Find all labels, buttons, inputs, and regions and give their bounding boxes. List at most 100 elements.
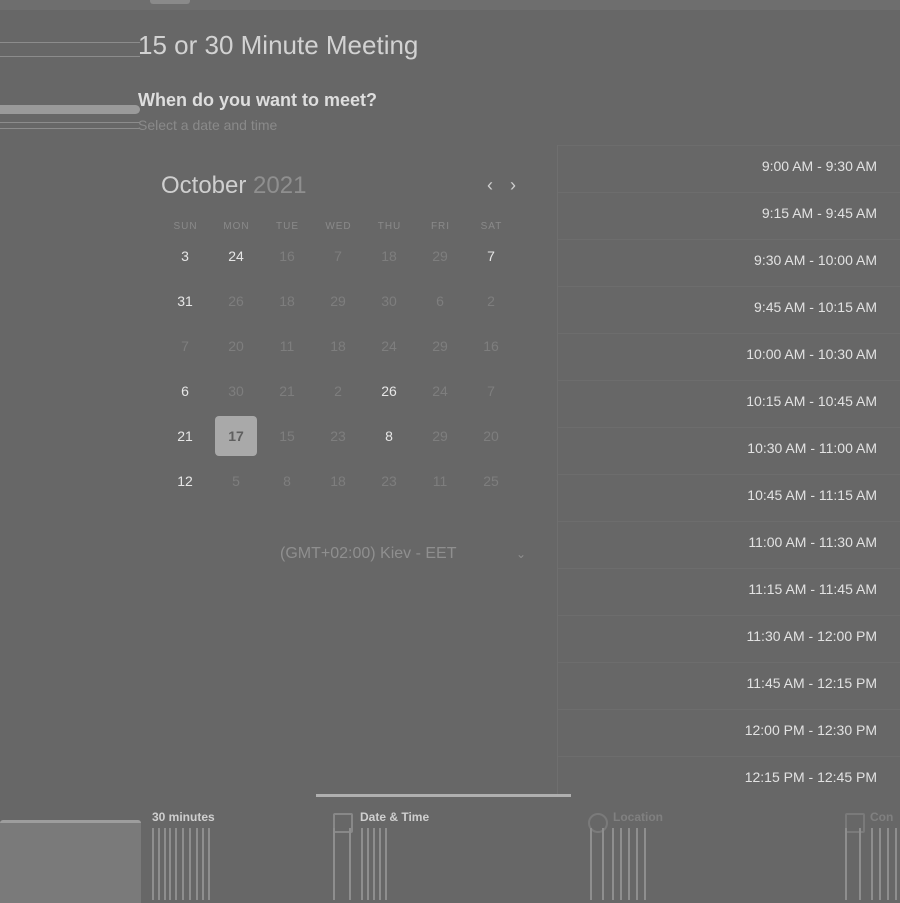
calendar-day: 24 — [432, 383, 448, 399]
time-slot[interactable]: 9:30 AM - 10:00 AM — [558, 239, 900, 286]
calendar-day: 29 — [432, 428, 448, 444]
calendar-day: 16 — [483, 338, 499, 354]
tab-date-time-placeholder — [333, 828, 393, 900]
tab-duration[interactable]: 30 minutes — [152, 808, 215, 826]
tab-confirm[interactable]: Con — [870, 808, 893, 826]
calendar-day: 18 — [381, 248, 397, 264]
time-slot-label: 12:15 PM - 12:45 PM — [744, 769, 877, 785]
time-slot[interactable]: 9:45 AM - 10:15 AM — [558, 286, 900, 333]
time-slot-label: 9:30 AM - 10:00 AM — [754, 252, 877, 268]
time-slot-label: 11:15 AM - 11:45 AM — [748, 581, 877, 597]
calendar-day[interactable]: 12 — [164, 461, 206, 501]
time-slot[interactable]: 12:00 PM - 12:30 PM — [558, 709, 900, 756]
time-slot[interactable]: 11:00 AM - 11:30 AM — [558, 521, 900, 568]
month-name: October — [161, 172, 247, 199]
section-hint: Select a date and time — [138, 117, 278, 133]
time-slot-label: 9:15 AM - 9:45 AM — [761, 205, 877, 221]
weekday-fri: FRI — [430, 221, 451, 232]
tab-duration-label: 30 minutes — [152, 810, 215, 824]
calendar-day: 7 — [487, 383, 495, 399]
calendar-day: 29 — [432, 338, 448, 354]
calendar-day[interactable]: 6 — [164, 371, 206, 411]
tab-location-label: Location — [613, 810, 663, 824]
calendar-day: 26 — [228, 293, 244, 309]
weekday-wed: WED — [325, 221, 352, 232]
time-slot-label: 9:00 AM - 9:30 AM — [761, 158, 877, 174]
calendar-day: 21 — [279, 383, 295, 399]
time-slot-label: 11:00 AM - 11:30 AM — [748, 534, 877, 550]
calendar-day: 16 — [279, 248, 295, 264]
time-slot[interactable]: 11:15 AM - 11:45 AM — [558, 568, 900, 615]
tab-confirm-placeholder — [845, 828, 900, 900]
calendar-day: 7 — [334, 248, 342, 264]
tab-location-placeholder — [590, 828, 650, 900]
time-slot[interactable]: 12:15 PM - 12:45 PM — [558, 756, 900, 803]
timezone-select[interactable]: (GMT+02:00) Kiev - EET ⌄ — [280, 545, 535, 565]
time-slot-label: 11:45 AM - 12:15 PM — [746, 675, 877, 691]
time-slot[interactable]: 10:30 AM - 11:00 AM — [558, 427, 900, 474]
calendar-day: 30 — [228, 383, 244, 399]
calendar-day: 29 — [432, 248, 448, 264]
calendar-day: 6 — [436, 293, 444, 309]
calendar-day[interactable]: 8 — [368, 416, 410, 456]
time-slot-label: 10:30 AM - 11:00 AM — [747, 440, 877, 456]
time-slot-label: 9:45 AM - 10:15 AM — [754, 299, 877, 315]
sidebar-divider — [0, 42, 140, 43]
calendar-day: 18 — [330, 338, 346, 354]
calendar-day: 5 — [232, 473, 240, 489]
tab-duration-placeholder — [152, 828, 212, 900]
time-slot[interactable]: 10:00 AM - 10:30 AM — [558, 333, 900, 380]
weekday-tue: TUE — [276, 221, 299, 232]
section-heading: When do you want to meet? — [138, 90, 377, 110]
weekday-sat: SAT — [480, 221, 503, 232]
calendar-day: 15 — [279, 428, 295, 444]
time-slot[interactable]: 10:45 AM - 11:15 AM — [558, 474, 900, 521]
calendar-month-label: October 2021 — [161, 172, 306, 200]
calendar-day[interactable]: 3 — [164, 236, 206, 276]
calendar-day[interactable]: 7 — [470, 236, 512, 276]
calendar-day[interactable]: 21 — [164, 416, 206, 456]
chevron-right-icon[interactable]: › — [505, 176, 521, 194]
time-slot[interactable]: 11:45 AM - 12:15 PM — [558, 662, 900, 709]
calendar-day-selected[interactable]: 17 — [215, 416, 257, 456]
calendar-day: 24 — [381, 338, 397, 354]
time-slot-label: 10:00 AM - 10:30 AM — [746, 346, 877, 362]
time-slot[interactable]: 11:30 AM - 12:00 PM — [558, 615, 900, 662]
calendar-day: 11 — [432, 473, 448, 489]
tab-confirm-label: Con — [870, 810, 894, 824]
top-tab[interactable] — [150, 0, 190, 4]
chevron-left-icon[interactable]: ‹ — [482, 176, 498, 194]
calendar-day: 2 — [487, 293, 495, 309]
calendar-day: 20 — [483, 428, 499, 444]
time-slot[interactable]: 9:15 AM - 9:45 AM — [558, 192, 900, 239]
tab-date-time[interactable]: Date & Time — [360, 808, 429, 826]
sidebar-divider — [0, 56, 140, 57]
weekday-mon: MON — [223, 221, 250, 232]
calendar-day[interactable]: 24 — [215, 236, 257, 276]
time-slot-list: 9:00 AM - 9:30 AM 9:15 AM - 9:45 AM 9:30 A… — [557, 145, 900, 795]
sidebar-active-indicator[interactable] — [0, 105, 140, 114]
tab-date-time-label: Date & Time — [360, 810, 430, 824]
calendar-day: 8 — [283, 473, 291, 489]
page-title: 15 or 30 Minute Meeting — [138, 30, 419, 60]
calendar-day: 25 — [483, 473, 499, 489]
tab-location[interactable]: Location — [613, 808, 663, 826]
time-slot[interactable]: 10:15 AM - 10:45 AM — [558, 380, 900, 427]
calendar-day: 23 — [330, 428, 346, 444]
calendar-day: 23 — [381, 473, 397, 489]
calendar-day[interactable]: 31 — [164, 281, 206, 321]
scroll-indicator[interactable] — [316, 794, 571, 797]
calendar-day: 18 — [279, 293, 295, 309]
calendar-day: 29 — [330, 293, 346, 309]
calendar-day[interactable]: 26 — [368, 371, 410, 411]
time-slot[interactable]: 9:00 AM - 9:30 AM — [558, 145, 900, 192]
year-name: 2021 — [253, 172, 307, 199]
calendar-day: 18 — [330, 473, 346, 489]
timezone-label: (GMT+02:00) Kiev - EET — [280, 545, 457, 562]
left-sidebar — [0, 10, 140, 810]
calendar-day: 30 — [381, 293, 397, 309]
chevron-down-icon: ⌄ — [516, 547, 527, 561]
calendar-day: 7 — [181, 338, 189, 354]
previous-step-panel[interactable] — [0, 820, 141, 903]
calendar-day: 2 — [334, 383, 342, 399]
